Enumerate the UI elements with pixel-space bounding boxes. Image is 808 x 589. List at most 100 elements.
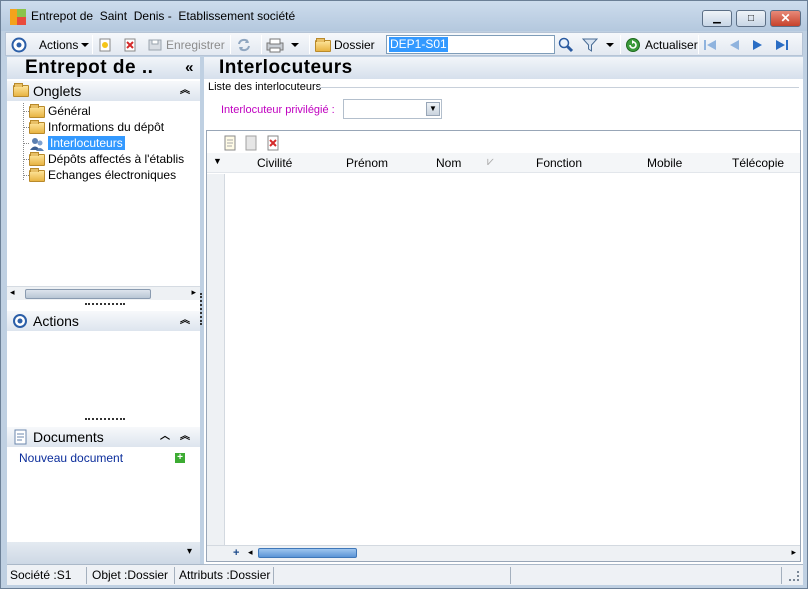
filter-icon xyxy=(581,37,599,53)
delete-button[interactable] xyxy=(122,36,138,53)
grid-body xyxy=(229,174,800,545)
maximize-button[interactable]: □ xyxy=(736,10,766,27)
tabs-section-header[interactable]: Onglets ︽ xyxy=(7,81,200,101)
vertical-splitter[interactable] xyxy=(200,293,202,325)
first-record-button[interactable] xyxy=(702,36,718,53)
add-row-icon[interactable]: + xyxy=(233,547,239,559)
search-icon xyxy=(558,37,574,53)
status-attributes: Attributs :Dossier xyxy=(176,567,274,584)
collapse-section-icon[interactable]: ︽ xyxy=(180,427,190,447)
tab-depots-affectes[interactable]: Dépôts affectés à l'établis xyxy=(23,151,184,167)
status-company: Société :S1 xyxy=(7,567,87,584)
column-header-civilite[interactable]: Civilité xyxy=(257,156,292,170)
save-icon xyxy=(147,37,163,53)
row-selector-chevron-icon[interactable]: ▼ xyxy=(213,156,222,166)
navigation-panel: Entrepot de .. « Onglets ︽ Général Infor… xyxy=(7,57,200,564)
contacts-icon xyxy=(29,136,45,152)
app-icon xyxy=(10,9,26,25)
tab-label: Dépôts affectés à l'établis xyxy=(48,152,185,166)
edit-row-icon[interactable] xyxy=(243,135,259,151)
document-icon xyxy=(13,429,29,445)
actions-menu-button[interactable]: Actions xyxy=(39,36,90,53)
print-button[interactable] xyxy=(266,36,299,53)
resize-grip[interactable] xyxy=(789,571,799,581)
next-icon xyxy=(750,37,766,53)
documents-section-header[interactable]: Documents ︿ ︽ xyxy=(7,427,200,447)
delete-row-icon[interactable] xyxy=(265,135,281,151)
tab-interlocuteurs[interactable]: Interlocuteurs xyxy=(23,135,125,151)
new-document-link[interactable]: Nouveau document xyxy=(19,451,123,465)
privileged-contact-select[interactable]: ▼ xyxy=(343,99,442,119)
scroll-right-icon[interactable]: ▸ xyxy=(191,287,196,298)
previous-record-button[interactable] xyxy=(726,36,742,53)
tab-depot-info[interactable]: Informations du dépôt xyxy=(23,119,164,135)
sort-icon: ⩗ xyxy=(487,154,494,168)
next-record-button[interactable] xyxy=(750,36,766,53)
splitter-grip[interactable] xyxy=(85,418,125,420)
save-label: Enregistrer xyxy=(166,37,225,52)
title-bar: Entrepot de Saint Denis - Etablissement … xyxy=(1,1,807,31)
scrollbar-thumb[interactable] xyxy=(25,289,151,299)
column-header-nom[interactable]: Nom xyxy=(436,156,461,170)
refresh-button[interactable]: Actualiser xyxy=(625,36,698,53)
grid-header-row: ▼ Civilité Prénom Nom ⩗ Fonction Mobile … xyxy=(207,153,800,173)
scroll-left-icon[interactable]: ◂ xyxy=(10,287,15,298)
last-record-icon xyxy=(774,37,790,53)
new-button[interactable] xyxy=(97,36,113,53)
dossier-input[interactable]: DEP1-S01 xyxy=(386,35,555,54)
refresh-label: Actualiser xyxy=(645,37,698,52)
add-document-icon[interactable]: + xyxy=(175,453,185,463)
search-button[interactable] xyxy=(558,36,574,53)
main-toolbar: Actions Enregistrer Dossier DEP1-S01 Act… xyxy=(5,32,803,56)
collapse-panel-button[interactable]: « xyxy=(185,57,194,79)
column-header-telecopie[interactable]: Télécopie xyxy=(732,156,784,170)
scroll-left-icon[interactable]: ◂ xyxy=(248,547,253,558)
column-header-prenom[interactable]: Prénom xyxy=(346,156,388,170)
privileged-contact-label: Interlocuteur privilégié : xyxy=(221,104,335,116)
group-title: Liste des interlocuteurs xyxy=(208,81,322,93)
tab-label: Général xyxy=(48,104,91,118)
filter-button[interactable] xyxy=(581,36,614,53)
collapse-section-icon[interactable]: ︽ xyxy=(180,81,190,101)
tabs-section-title: Onglets xyxy=(33,83,82,99)
page-title: Interlocuteurs xyxy=(204,57,803,79)
tab-general[interactable]: Général xyxy=(23,103,91,119)
new-row-icon[interactable] xyxy=(222,135,238,151)
sync-icon xyxy=(236,37,252,53)
scroll-right-icon[interactable]: ▸ xyxy=(791,547,796,558)
actions-section-header[interactable]: Actions ︽ xyxy=(7,311,200,331)
collapse-section-icon[interactable]: ︽ xyxy=(180,311,190,331)
folder-icon xyxy=(29,167,45,182)
first-record-icon xyxy=(702,37,718,53)
content-panel: Interlocuteurs Liste des interlocuteurs … xyxy=(204,57,803,564)
navigation-header: Entrepot de .. « xyxy=(7,57,200,79)
status-bar: Société :S1 Objet :Dossier Attributs :Do… xyxy=(7,564,803,585)
column-header-fonction[interactable]: Fonction xyxy=(536,156,582,170)
tree-horizontal-scrollbar[interactable]: ◂ ▸ xyxy=(7,286,200,300)
chevron-down-icon xyxy=(81,42,90,47)
column-header-mobile[interactable]: Mobile xyxy=(647,156,682,170)
sync-button[interactable] xyxy=(236,36,252,53)
save-button[interactable]: Enregistrer xyxy=(147,36,225,53)
chevron-down-icon xyxy=(606,42,614,47)
chevron-up-icon[interactable]: ︿ xyxy=(160,427,170,447)
row-indicator-column xyxy=(207,174,225,545)
dropdown-double-chevron-icon[interactable]: ▼ xyxy=(426,102,440,116)
scrollbar-thumb[interactable] xyxy=(258,548,357,558)
grid-horizontal-scrollbar[interactable]: + ◂ ▸ xyxy=(207,545,800,561)
folder-icon xyxy=(13,83,29,97)
minimize-button[interactable]: ▁ xyxy=(702,10,732,27)
navigation-title: Entrepot de .. xyxy=(25,57,154,78)
dossier-button[interactable]: Dossier xyxy=(315,36,375,53)
last-record-button[interactable] xyxy=(774,36,790,53)
new-document-icon xyxy=(97,37,113,53)
chevron-down-icon[interactable]: ▾ xyxy=(187,546,192,557)
target-icon xyxy=(11,37,27,53)
panel-footer: ▾ xyxy=(7,542,200,564)
folder-icon xyxy=(29,119,45,134)
close-button[interactable]: ✕ xyxy=(770,10,801,27)
tab-label: Interlocuteurs xyxy=(48,136,125,150)
tab-echanges[interactable]: Echanges électroniques xyxy=(23,167,176,183)
splitter-grip[interactable] xyxy=(85,303,125,305)
home-button[interactable] xyxy=(11,36,27,53)
